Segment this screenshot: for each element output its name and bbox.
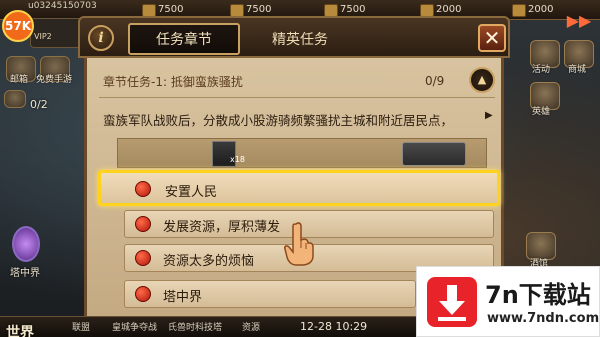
task-counter: 0/2	[30, 98, 48, 111]
quest-status-dot	[135, 250, 151, 266]
quest-label: 资源太多的烦恼	[163, 254, 255, 269]
chapter-header[interactable]: 章节任务-1: 抵御蛮族骚扰 0/9 ▲	[99, 64, 495, 98]
vip-level: VIP2	[34, 32, 52, 41]
watermark-title: 7n下载站	[485, 281, 591, 309]
story-more-arrow-icon[interactable]: ▶	[485, 110, 493, 121]
alliance-button[interactable]: 联盟	[72, 320, 90, 333]
resource-iron[interactable]: 2000	[418, 2, 461, 17]
quest-status-dot	[135, 181, 151, 197]
chapter-title: 章节任务-1: 抵御蛮族骚扰	[103, 75, 243, 89]
watermark-url: www.7ndn.com	[487, 311, 600, 326]
dialog-header: i 任务章节 精英任务 ✕	[78, 16, 510, 58]
resource-food[interactable]: 7500	[140, 2, 183, 17]
resource-gold[interactable]: 2000	[510, 2, 553, 17]
info-icon[interactable]: i	[88, 25, 114, 51]
mail-label: 邮箱	[10, 75, 29, 85]
chapter-progress: 0/9	[425, 74, 445, 88]
quest-row-highlighted[interactable]: 安置人民	[98, 170, 500, 206]
reward-count: x18	[230, 155, 245, 164]
resource-stone[interactable]: 7500	[322, 2, 365, 17]
quest-status-dot	[135, 216, 151, 232]
quest-row[interactable]: 塔中界	[124, 280, 416, 308]
fast-forward-icon[interactable]: ▶▶	[566, 10, 592, 32]
collapse-up-icon[interactable]: ▲	[469, 67, 495, 93]
event-tech-tower-button[interactable]: 氏兽时科技塔	[168, 320, 222, 333]
hero-label: 英雄	[532, 107, 551, 117]
tab-chapter-tasks[interactable]: 任务章节	[128, 23, 240, 55]
tab-elite-tasks[interactable]: 精英任务	[250, 23, 350, 55]
user-id: u03245150703	[28, 1, 97, 11]
site-logo: 57K	[2, 10, 34, 42]
clock-prefix: 资源	[242, 323, 261, 333]
event-royal-button[interactable]: 皇城争夺战	[112, 320, 157, 333]
event-label: 活动	[532, 65, 551, 75]
chapter-story-text: 蛮族军队战败后，分散成小股游骑频繁骚扰主城和附近居民点，	[103, 113, 454, 128]
shop-label: 商城	[568, 65, 587, 75]
quest-status-dot	[135, 286, 151, 302]
quest-label: 安置人民	[165, 185, 218, 200]
tower-realm-orb-icon[interactable]	[12, 226, 40, 262]
gift-label: 免费手游	[36, 75, 73, 85]
download-arrow-icon	[427, 277, 477, 327]
quest-label: 塔中界	[163, 290, 203, 305]
tutorial-pointer-hand-icon	[284, 222, 314, 266]
resource-wood[interactable]: 7500	[228, 2, 271, 17]
tower-realm-label: 塔中界	[10, 268, 40, 279]
reward-chest-icon[interactable]	[402, 142, 466, 166]
site-watermark: 7n下载站 www.7ndn.com	[416, 266, 600, 337]
chapter-reward-bar: x18	[117, 138, 487, 168]
close-button[interactable]: ✕	[478, 24, 506, 52]
chest-icon[interactable]	[4, 90, 26, 108]
quest-label: 发展资源，厚积薄发	[163, 220, 281, 235]
clock-time: 12-28 10:29	[300, 320, 368, 333]
world-button[interactable]: 世界	[6, 322, 34, 337]
